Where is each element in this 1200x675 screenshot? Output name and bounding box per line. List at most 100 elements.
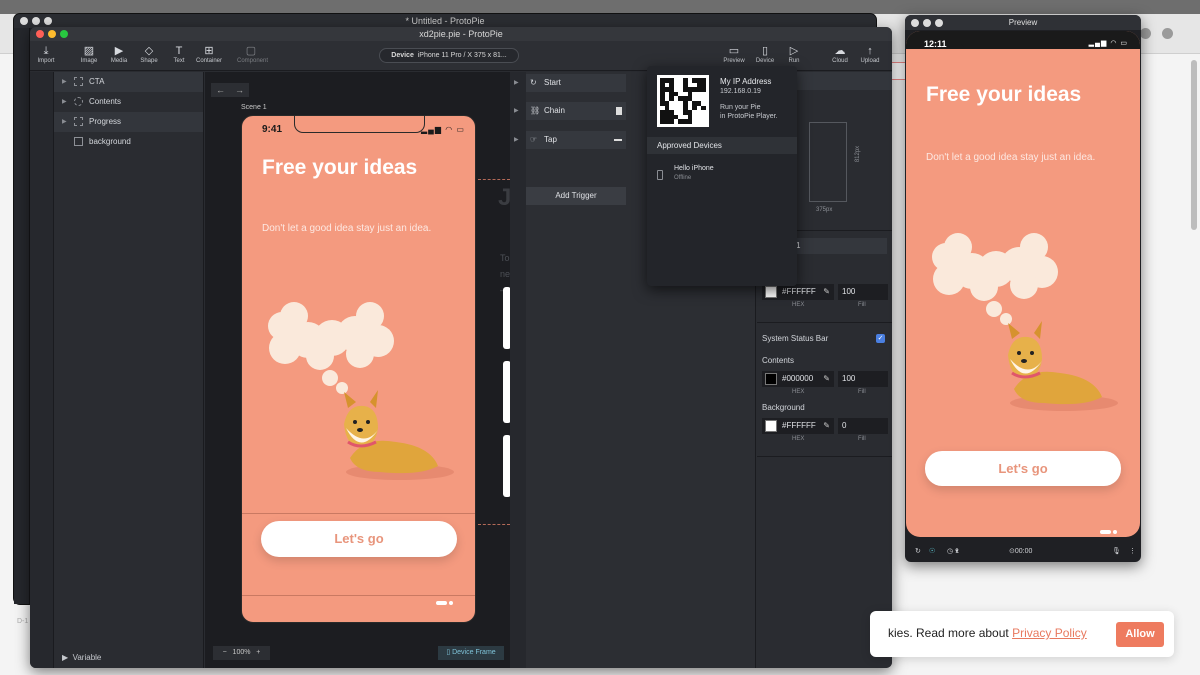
preview-button[interactable]: ▭ Preview: [720, 44, 748, 64]
shape-button[interactable]: ◇ Shape: [135, 44, 163, 64]
chain-toggle[interactable]: [616, 107, 622, 115]
back-minimize-button[interactable]: [32, 17, 40, 25]
color-swatch[interactable]: [765, 373, 777, 385]
image-icon: ▨: [83, 45, 95, 57]
expand-arrow-icon[interactable]: ▶: [62, 112, 67, 132]
fill-label: Fill: [858, 436, 866, 442]
cloud-button[interactable]: ☁ Cloud: [826, 44, 854, 64]
qr-module: [701, 119, 706, 124]
expand-arrow-icon[interactable]: ▶: [62, 72, 67, 92]
preview-minimize-button[interactable]: [923, 19, 931, 27]
privacy-policy-link[interactable]: Privacy Policy: [1012, 626, 1087, 640]
more-options-icon[interactable]: ⋮: [1129, 541, 1136, 562]
reload-icon[interactable]: ↻: [915, 541, 921, 562]
expand-arrow-icon[interactable]: ▶: [514, 102, 519, 120]
tap-collapse[interactable]: [614, 139, 622, 141]
rectangle-layer-icon: [74, 137, 83, 146]
run-button[interactable]: ▷ Run: [780, 44, 808, 64]
close-button[interactable]: [36, 30, 44, 38]
approved-device-name[interactable]: Hello iPhone: [674, 165, 714, 172]
allow-cookies-button[interactable]: Allow: [1116, 622, 1164, 647]
cloud-icon: ☁: [834, 45, 846, 57]
fill-color-field[interactable]: #FFFFFF ✎: [762, 284, 834, 300]
progress-dot-active: [436, 601, 447, 605]
timer: ⊙ 00:00: [1009, 548, 1033, 555]
text-icon: T: [175, 45, 183, 57]
scene-phone-frame[interactable]: 9:41 ▂▄▆ ◠ ▭ Free your ideas Don't let a…: [241, 115, 476, 623]
back-arrow-icon[interactable]: ←: [211, 83, 230, 97]
zoom-level: 100%: [232, 649, 251, 656]
preview-zoom-button[interactable]: [935, 19, 943, 27]
layer-contents[interactable]: ▶ Contents: [54, 92, 203, 112]
tap-icon: ☞: [530, 135, 538, 144]
scene-nav: ← →: [211, 80, 251, 97]
browser-profile-icon[interactable]: [1162, 28, 1173, 39]
trigger-start[interactable]: ▶ ↻ Start: [514, 74, 626, 92]
forward-arrow-icon[interactable]: →: [230, 83, 249, 97]
status-bar-label: System Status Bar: [762, 334, 829, 343]
lets-go-button[interactable]: Let's go: [261, 521, 457, 557]
text-button[interactable]: T Text: [165, 44, 193, 64]
corgi-illustration[interactable]: [260, 296, 460, 496]
zoom-button[interactable]: [60, 30, 68, 38]
device-selector[interactable]: Device iPhone 11 Pro / X 375 x 81...: [379, 48, 519, 63]
touch-indicator-icon[interactable]: ☉: [929, 541, 935, 562]
microphone-icon[interactable]: 🎙: [1112, 541, 1121, 562]
layer-background[interactable]: background: [54, 132, 203, 152]
browser-extension-icon[interactable]: [1140, 28, 1151, 39]
progress-dot: [449, 601, 453, 605]
zoom-in-button[interactable]: +: [256, 649, 260, 656]
variable-section[interactable]: ▶ Variable: [62, 653, 101, 662]
contents-opacity-field[interactable]: 100: [838, 371, 888, 387]
back-zoom-button[interactable]: [44, 17, 52, 25]
eyedropper-icon[interactable]: ✎: [823, 418, 830, 434]
eyedropper-icon[interactable]: ✎: [823, 371, 830, 387]
expand-arrow-icon[interactable]: ▶: [514, 131, 519, 149]
device-frame-toggle[interactable]: ▯ Device Frame: [438, 646, 504, 660]
phone-icon: [657, 170, 663, 180]
scene-selector[interactable]: ◷ 1 ▾: [947, 541, 959, 562]
trigger-chain[interactable]: ▶ ⛓ Chain: [514, 102, 626, 120]
preview-close-button[interactable]: [911, 19, 919, 27]
zoom-control[interactable]: − 100% +: [213, 646, 270, 660]
progress-dot: [1113, 530, 1117, 534]
media-button[interactable]: ▶ Media: [105, 44, 133, 64]
scene-canvas[interactable]: ← → Scene 1 9:41 ▂▄▆ ◠ ▭ Free your ideas …: [205, 72, 510, 668]
browser-scrollbar[interactable]: [1191, 60, 1197, 230]
import-button[interactable]: ⤓ Import: [32, 44, 60, 64]
background-opacity-field[interactable]: 0: [838, 418, 888, 434]
trigger-tap[interactable]: ▶ ☞ Tap: [514, 131, 626, 149]
monitor-icon: ▭: [728, 45, 740, 57]
status-bar-checkbox[interactable]: ✓: [876, 334, 885, 343]
background-color-field[interactable]: #FFFFFF ✎: [762, 418, 834, 434]
color-swatch[interactable]: [765, 420, 777, 432]
link-icon: ⛓: [530, 106, 541, 115]
layer-cta[interactable]: ▶ CTA: [54, 72, 203, 92]
minimize-button[interactable]: [48, 30, 56, 38]
preview-time: 12:11: [924, 39, 947, 49]
color-swatch[interactable]: [765, 286, 777, 298]
expand-arrow-icon[interactable]: ▶: [62, 92, 67, 112]
container-button[interactable]: ⊞ Container: [195, 44, 223, 64]
back-rail-label-1: D-1: [17, 618, 29, 625]
preview-lets-go-button[interactable]: Let's go: [925, 451, 1121, 486]
component-button[interactable]: ▢ Component: [237, 44, 268, 64]
image-button[interactable]: ▨ Image: [75, 44, 103, 64]
contents-color-field[interactable]: #000000 ✎: [762, 371, 834, 387]
add-trigger-button[interactable]: Add Trigger: [526, 187, 626, 205]
device-button[interactable]: ▯ Device: [751, 44, 779, 64]
expand-arrow-icon[interactable]: ▶: [514, 74, 519, 92]
preview-subtitle: Don't let a good idea stay just an idea.: [926, 152, 1096, 163]
container-layer-icon: [74, 117, 83, 126]
zoom-out-button[interactable]: −: [223, 649, 227, 656]
back-close-button[interactable]: [20, 17, 28, 25]
preview-notch: [960, 31, 1086, 49]
phone-time: 9:41: [262, 124, 283, 135]
upload-button[interactable]: ↑ Upload: [856, 44, 884, 64]
subtitle[interactable]: Don't let a good idea stay just an idea.: [262, 223, 431, 234]
fill-opacity-field[interactable]: 100: [838, 284, 888, 300]
headline[interactable]: Free your ideas: [262, 154, 452, 182]
layer-progress[interactable]: ▶ Progress: [54, 112, 203, 132]
eyedropper-icon[interactable]: ✎: [823, 284, 830, 300]
preview-phone[interactable]: 12:11 ▂▄▆ ◠ ▭ Free your ideas Don't let …: [906, 31, 1140, 537]
